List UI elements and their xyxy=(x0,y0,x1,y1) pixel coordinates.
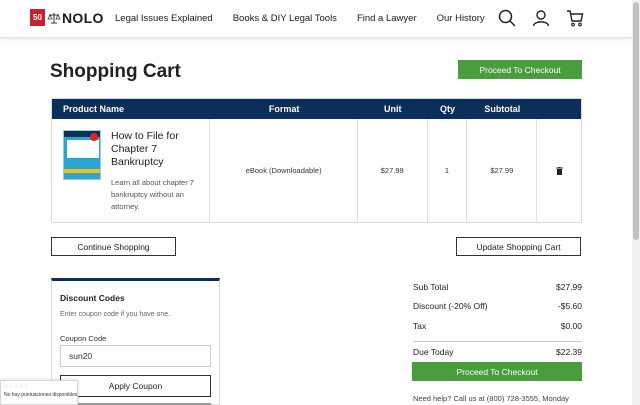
tax-row: Tax $0.00 xyxy=(413,316,582,336)
nav-find-lawyer[interactable]: Find a Lawyer xyxy=(357,13,417,24)
coupon-label: Coupon Code xyxy=(60,334,107,343)
col-header-unit: Unit xyxy=(383,104,402,114)
rating-badge[interactable]: ☆☆☆☆☆ No hay puntuaciones disponibles xyxy=(0,380,78,405)
cart-table: Product Name Format Unit Qty Subtotal Ho… xyxy=(51,98,582,223)
col-header-qty: Qty xyxy=(440,104,456,114)
product-name-link[interactable]: How to File for Chapter 7 Bankruptcy xyxy=(111,130,206,169)
coupon-code-input[interactable] xyxy=(60,345,211,367)
due-value: $22.39 xyxy=(556,347,582,358)
proceed-to-checkout-button-top[interactable]: Proceed To Checkout xyxy=(458,60,582,79)
continue-shopping-button[interactable]: Continue Shopping xyxy=(51,237,176,256)
order-totals: Sub Total $27.99 Discount (-20% Off) -$5… xyxy=(413,277,582,360)
subtotal-value: $27.99 xyxy=(556,281,582,292)
discount-value: -$5.60 xyxy=(557,301,582,312)
cart-icon[interactable] xyxy=(566,9,584,27)
due-label: Due Today xyxy=(413,347,454,358)
page-title: Shopping Cart xyxy=(50,61,181,82)
nav-books-diy[interactable]: Books & DIY Legal Tools xyxy=(233,13,337,24)
quantity-cell[interactable]: 1 xyxy=(428,119,468,222)
proceed-to-checkout-button-bottom[interactable]: Proceed To Checkout xyxy=(412,362,582,381)
discount-subtitle: Enter coupon code if you have one. xyxy=(60,311,171,318)
book-cover-image[interactable] xyxy=(63,130,101,180)
page-scrollbar[interactable] xyxy=(632,0,640,405)
apply-coupon-button[interactable]: Apply Coupon xyxy=(60,375,211,397)
product-cell: How to File for Chapter 7 Bankruptcy Lea… xyxy=(52,119,211,222)
col-header-subtotal: Subtotal xyxy=(484,104,521,114)
help-text: Need help? Call us at (800) 728-3555, Mo… xyxy=(413,394,569,403)
main-nav: Legal Issues Explained Books & DIY Legal… xyxy=(115,13,505,24)
delete-cell xyxy=(537,119,581,222)
table-row: How to File for Chapter 7 Bankruptcy Lea… xyxy=(52,119,581,222)
nolo-logo[interactable]: 50 NOLO xyxy=(30,9,104,26)
site-header: 50 NOLO Legal Issues Explained Books & D… xyxy=(0,0,632,38)
rating-badge-text: No hay puntuaciones disponibles xyxy=(4,392,78,398)
logo-50-badge: 50 xyxy=(30,9,45,26)
subtotal-cell: $27.99 xyxy=(467,119,538,222)
nav-legal-issues[interactable]: Legal Issues Explained xyxy=(115,13,213,24)
discount-row: Discount (-20% Off) -$5.60 xyxy=(413,297,582,317)
search-icon[interactable] xyxy=(498,9,516,27)
product-description: Learn all about chapter 7 bankruptcy wit… xyxy=(111,178,194,211)
col-header-product: Product Name xyxy=(63,104,125,114)
product-info: How to File for Chapter 7 Bankruptcy Lea… xyxy=(111,130,206,213)
subtotal-row: Sub Total $27.99 xyxy=(413,277,582,297)
account-icon[interactable] xyxy=(532,9,550,27)
due-today-row: Due Today $22.39 xyxy=(413,340,582,361)
subtotal-label: Sub Total xyxy=(413,281,449,292)
tax-label: Tax xyxy=(413,320,427,331)
scales-icon xyxy=(47,12,61,23)
scrollbar-thumb[interactable] xyxy=(633,2,639,240)
format-cell: eBook (Downloadable) xyxy=(210,119,358,222)
rating-stars-icon: ☆☆☆☆☆ xyxy=(4,384,29,390)
unit-price-cell: $27.99 xyxy=(358,119,428,222)
logo-text: NOLO xyxy=(62,9,104,26)
cart-table-header: Product Name Format Unit Qty Subtotal xyxy=(52,99,581,119)
tax-value: $0.00 xyxy=(560,320,582,331)
nav-our-history[interactable]: Our History xyxy=(437,13,485,24)
trash-icon[interactable] xyxy=(555,166,563,175)
update-cart-button[interactable]: Update Shopping Cart xyxy=(456,237,581,256)
discount-title: Discount Codes xyxy=(60,293,125,303)
discount-label: Discount (-20% Off) xyxy=(413,301,488,312)
col-header-format: Format xyxy=(268,104,300,114)
header-icons xyxy=(482,9,584,27)
